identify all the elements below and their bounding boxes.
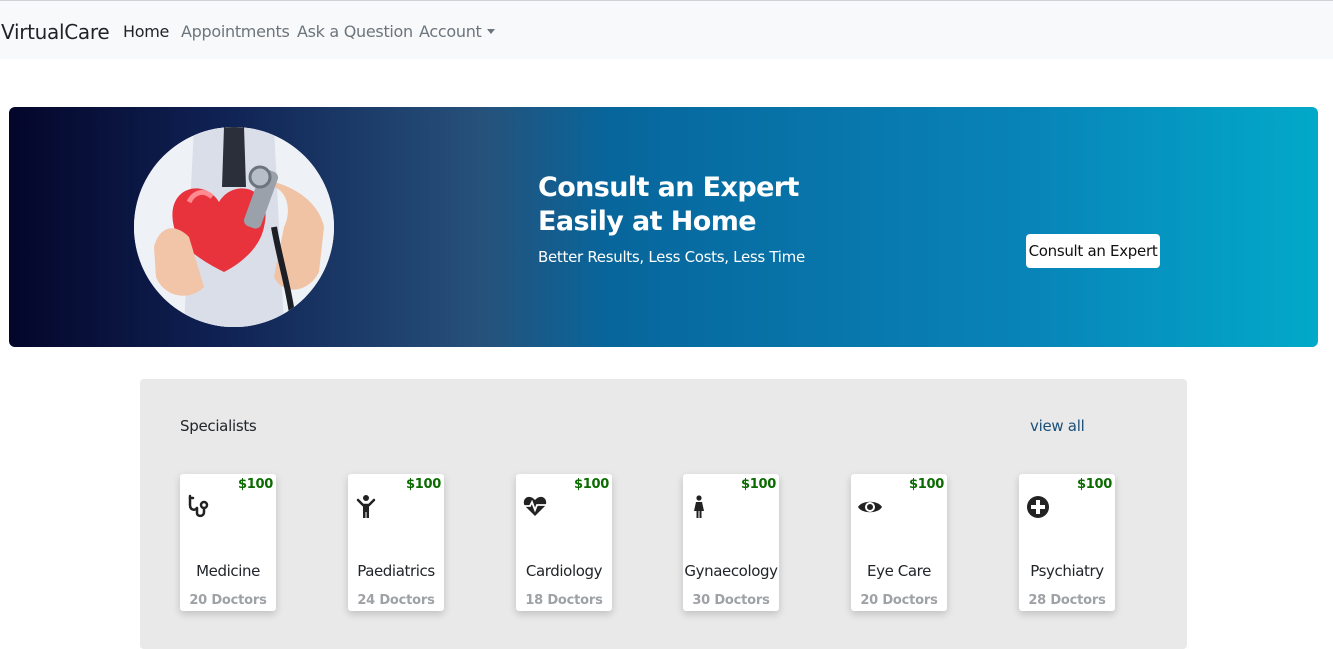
female-icon (694, 495, 704, 518)
eye-icon (858, 501, 882, 513)
brand-logo[interactable]: VirtualCare (1, 20, 110, 44)
hero-subtitle: Better Results, Less Costs, Less Time (538, 248, 805, 266)
nav-account-label: Account (419, 22, 482, 41)
specialist-name: Eye Care (867, 562, 931, 580)
plus-circle-icon (1027, 496, 1049, 518)
specialist-name: Medicine (196, 562, 260, 580)
price-badge: $100 (1077, 477, 1112, 492)
specialist-card-cardiology[interactable]: $100 Cardiology 18 Doctors (516, 474, 612, 611)
hero-banner: Consult an Expert Easily at Home Better … (9, 107, 1318, 347)
consult-expert-button[interactable]: Consult an Expert (1026, 234, 1160, 268)
hero-title: Consult an Expert Easily at Home (538, 171, 799, 239)
specialist-name: Cardiology (525, 562, 603, 580)
specialist-card-gynaecology[interactable]: $100 Gynaecology 30 Doctors (683, 474, 779, 611)
chevron-down-icon (486, 29, 495, 34)
specialist-card-eye-care[interactable]: $100 Eye Care 20 Doctors (851, 474, 947, 611)
nav-account-dropdown[interactable]: Account (419, 22, 495, 41)
price-badge: $100 (741, 477, 776, 492)
specialist-card-psychiatry[interactable]: $100 Psychiatry 28 Doctors (1019, 474, 1115, 611)
specialist-card-paediatrics[interactable]: $100 Paediatrics 24 Doctors (348, 474, 444, 611)
nav-home[interactable]: Home (123, 22, 169, 41)
hero-title-line1: Consult an Expert (538, 172, 799, 203)
specialist-name: Psychiatry (1030, 562, 1104, 580)
nav-appointments[interactable]: Appointments (181, 22, 290, 41)
stethoscope-icon (188, 494, 209, 518)
specialists-panel: Specialists view all $100 Medicine 20 Do… (140, 379, 1187, 649)
view-all-link[interactable]: view all (1030, 417, 1085, 435)
specialist-name: Gynaecology (684, 562, 778, 580)
price-badge: $100 (238, 477, 273, 492)
doctor-count: 28 Doctors (1028, 593, 1106, 608)
doctor-count: 18 Doctors (525, 593, 603, 608)
nav-ask-question[interactable]: Ask a Question (297, 22, 413, 41)
specialist-card-medicine[interactable]: $100 Medicine 20 Doctors (180, 474, 276, 611)
doctor-count: 20 Doctors (189, 593, 267, 608)
doctor-heart-illustration (134, 127, 334, 327)
price-badge: $100 (406, 477, 441, 492)
doctor-heart-image (134, 127, 334, 327)
navbar: VirtualCare Home Appointments Ask a Ques… (0, 3, 1333, 59)
doctor-count: 20 Doctors (860, 593, 938, 608)
specialist-name: Paediatrics (357, 562, 435, 580)
specialists-title: Specialists (180, 417, 257, 435)
price-badge: $100 (909, 477, 944, 492)
heartbeat-icon (523, 496, 547, 516)
doctor-count: 30 Doctors (692, 593, 770, 608)
hero-title-line2: Easily at Home (538, 206, 757, 237)
price-badge: $100 (574, 477, 609, 492)
child-icon (356, 495, 376, 518)
doctor-count: 24 Doctors (357, 593, 435, 608)
